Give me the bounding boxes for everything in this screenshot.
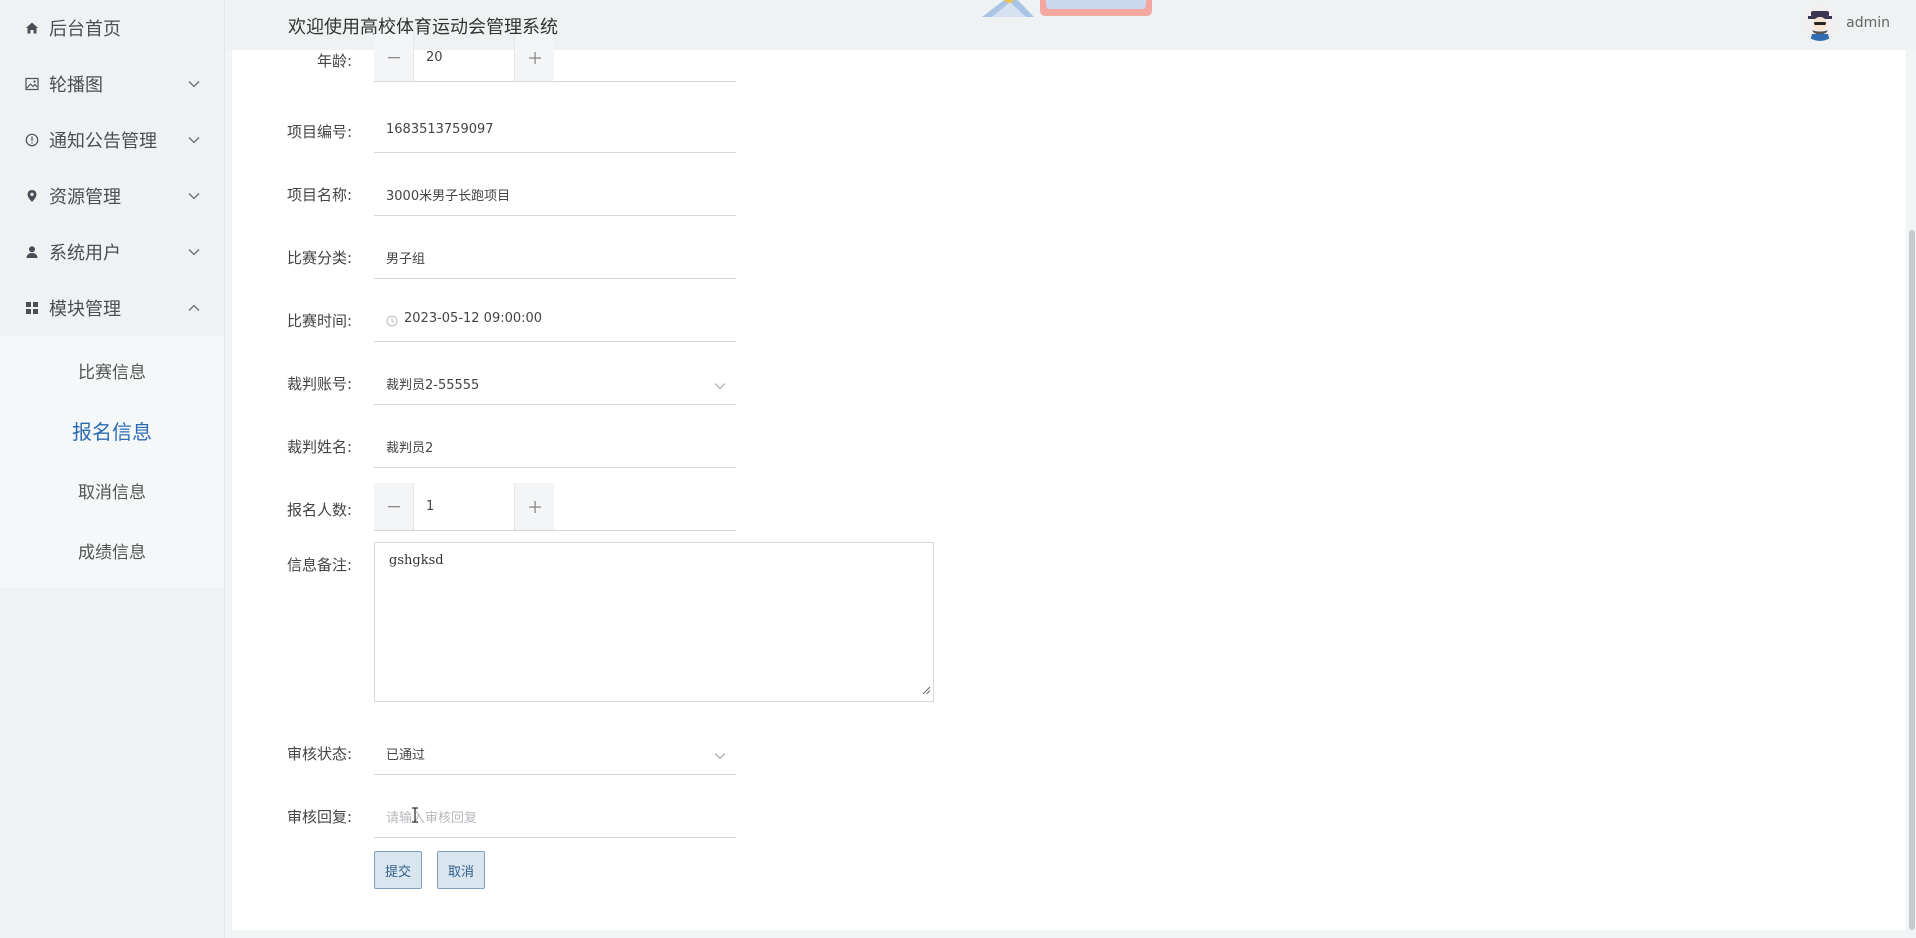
image-icon: [24, 76, 40, 92]
sidebar-subitem-signups[interactable]: 报名信息: [0, 400, 224, 460]
form-row-category: 比赛分类: 男子组: [232, 231, 1232, 295]
referee-account-select[interactable]: 裁判员2-55555: [374, 357, 736, 405]
sidebar-subitem-cancellations[interactable]: 取消信息: [0, 460, 224, 520]
form-row-project-name: 项目名称: 3000米男子长跑项目: [232, 168, 1232, 232]
age-label: 年龄:: [316, 52, 352, 70]
decrement-button[interactable]: [374, 34, 414, 81]
sidebar-item-users[interactable]: 系统用户: [0, 224, 224, 280]
project-no-label: 项目编号:: [286, 123, 352, 141]
signup-count-stepper[interactable]: 1: [374, 483, 736, 531]
signup-count-label: 报名人数:: [286, 501, 352, 519]
category-label: 比赛分类:: [286, 249, 352, 267]
sidebar-item-resources[interactable]: 资源管理: [0, 168, 224, 224]
user-icon: [24, 244, 40, 260]
sidebar-item-label: 后台首页: [49, 19, 121, 40]
project-no-value: 1683513759097: [386, 122, 494, 137]
chevron-down-icon: [186, 132, 202, 148]
sidebar-item-modules[interactable]: 模块管理: [0, 280, 224, 336]
review-status-label: 审核状态:: [286, 745, 352, 763]
text-cursor-icon: [412, 807, 418, 823]
scrollbar-thumb[interactable]: [1909, 230, 1915, 930]
decrement-button[interactable]: [374, 483, 414, 530]
user-menu[interactable]: admin: [1802, 5, 1890, 41]
match-time-value: 2023-05-12 09:00:00: [404, 311, 543, 326]
sidebar-subitem-scores[interactable]: 成绩信息: [0, 520, 224, 580]
project-name-value: 3000米男子长跑项目: [386, 189, 511, 204]
sidebar-item-home[interactable]: 后台首页: [0, 0, 224, 56]
project-name-label: 项目名称:: [286, 186, 352, 204]
chevron-up-icon: [186, 300, 202, 316]
match-time-picker[interactable]: 2023-05-12 09:00:00: [374, 294, 736, 342]
chevron-down-icon: [186, 76, 202, 92]
home-icon: [24, 20, 40, 36]
clock-icon: [386, 312, 398, 331]
resize-handle-icon[interactable]: [921, 680, 931, 699]
referee-name-label: 裁判姓名:: [286, 438, 352, 456]
referee-name-value: 裁判员2: [386, 441, 434, 456]
form-row-review-reply: 审核回复: 请输入审核回复: [232, 790, 1232, 854]
submenu-modules: 比赛信息 报名信息 取消信息 成绩信息: [0, 336, 224, 588]
sidebar-item-notice[interactable]: 通知公告管理: [0, 112, 224, 168]
form-row-referee-account: 裁判账号: 裁判员2-55555: [232, 357, 1232, 421]
form-row-signup-count: 报名人数: 1: [232, 483, 1232, 547]
avatar: [1802, 5, 1839, 41]
review-reply-input[interactable]: 请输入审核回复: [374, 790, 736, 838]
sidebar-subitem-matches[interactable]: 比赛信息: [0, 340, 224, 400]
sidebar-item-label: 模块管理: [49, 299, 121, 320]
form-row-review-status: 审核状态: 已通过: [232, 727, 1232, 791]
chevron-down-icon: [186, 188, 202, 204]
info-circle-icon: [24, 132, 40, 148]
sidebar-item-label: 轮播图: [49, 75, 103, 96]
sidebar-item-label: 系统用户: [49, 243, 121, 264]
increment-button[interactable]: [514, 483, 554, 530]
sidebar-item-carousel[interactable]: 轮播图: [0, 56, 224, 112]
review-status-select[interactable]: 已通过: [374, 727, 736, 775]
chevron-down-icon: [186, 244, 202, 260]
grid-icon: [24, 300, 40, 316]
username: admin: [1846, 15, 1890, 31]
chevron-down-icon: [714, 375, 726, 394]
age-value: 20: [426, 50, 443, 65]
project-no-input[interactable]: 1683513759097: [374, 105, 736, 153]
cancel-button[interactable]: 取消: [437, 851, 486, 889]
form-row-match-time: 比赛时间: 2023-05-12 09:00:00: [232, 294, 1232, 358]
remark-value: gshgksd: [389, 553, 444, 568]
referee-name-input[interactable]: 裁判员2: [374, 420, 736, 468]
remark-label: 信息备注:: [286, 556, 352, 574]
form-row-project-no: 项目编号: 1683513759097: [232, 105, 1232, 169]
form-row-referee-name: 裁判姓名: 裁判员2: [232, 420, 1232, 484]
location-icon: [24, 188, 40, 204]
review-status-value: 已通过: [386, 748, 426, 763]
project-name-input[interactable]: 3000米男子长跑项目: [374, 168, 736, 216]
form-panel: 年龄: 20 项目编号: 1683513759097 项目名称: 3000米男子…: [232, 34, 1906, 930]
category-value: 男子组: [386, 252, 426, 267]
form-row-age: 年龄: 20: [232, 34, 1232, 98]
remark-textarea[interactable]: gshgksd: [374, 542, 934, 702]
signup-count-value: 1: [426, 499, 435, 514]
chevron-down-icon: [714, 745, 726, 764]
increment-button[interactable]: [514, 34, 554, 81]
submit-button[interactable]: 提交: [374, 851, 423, 889]
header-decoration-image: [982, 0, 1152, 17]
referee-account-label: 裁判账号:: [286, 375, 352, 393]
match-time-label: 比赛时间:: [286, 312, 352, 330]
referee-account-value: 裁判员2-55555: [386, 378, 480, 393]
sidebar-item-label: 通知公告管理: [49, 131, 157, 152]
sidebar: 后台首页 轮播图 通知公告管理 资源管理 系统用户 模块管理 比赛信息 报名信息…: [0, 0, 225, 938]
sidebar-item-label: 资源管理: [49, 187, 121, 208]
form-row-remark: 信息备注: gshgksd: [232, 542, 1232, 712]
category-input[interactable]: 男子组: [374, 231, 736, 279]
review-reply-placeholder: 请输入审核回复: [386, 811, 478, 826]
age-stepper[interactable]: 20: [374, 34, 736, 82]
review-reply-label: 审核回复:: [286, 808, 352, 826]
